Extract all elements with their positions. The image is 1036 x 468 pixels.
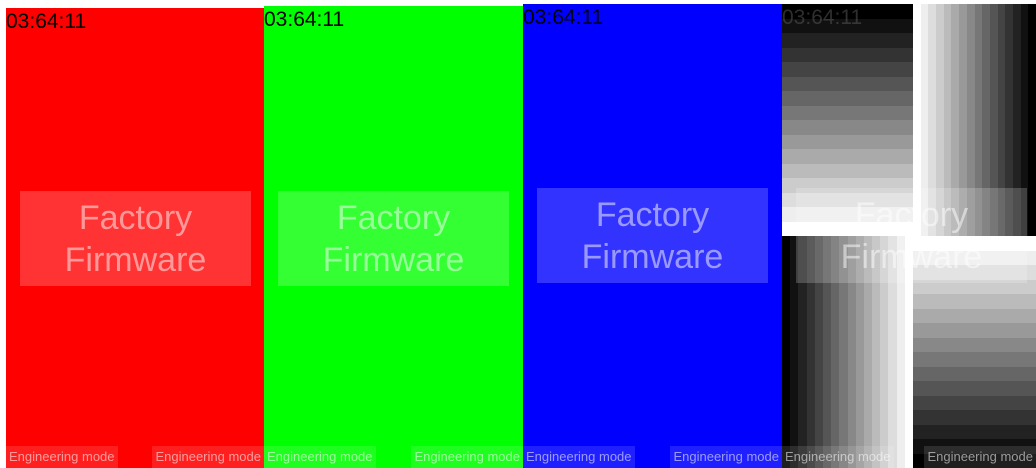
clock-readout: 03:64:11 <box>6 10 87 33</box>
clock-readout: 03:64:11 <box>264 8 345 31</box>
gray-step <box>913 424 1036 439</box>
gray-step <box>913 395 1036 410</box>
engineering-mode-label-right: Engineering mode <box>924 446 1036 468</box>
factory-firmware-watermark: Factory Firmware <box>278 191 509 286</box>
clock-readout: 03:64:11 <box>523 6 604 29</box>
watermark-line-1: Factory <box>336 199 451 237</box>
gray-step <box>782 120 913 135</box>
engineering-mode-label-right: Engineering mode <box>411 446 523 468</box>
gray-step <box>913 366 1036 381</box>
gray-step <box>782 163 913 178</box>
gray-step <box>782 76 913 91</box>
clock-readout: 03:64:11 <box>782 6 863 29</box>
gray-step <box>782 62 913 77</box>
gray-step <box>782 91 913 106</box>
engineering-mode-label-right: Engineering mode <box>670 446 782 468</box>
gray-step <box>782 105 913 120</box>
gray-step <box>782 236 791 468</box>
factory-firmware-watermark: Factory Firmware <box>20 191 251 286</box>
watermark-line-2: Firmware <box>840 238 983 276</box>
factory-firmware-watermark: Factory Firmware <box>796 188 1027 283</box>
watermark-line-1: Factory <box>595 196 710 234</box>
watermark-line-2: Firmware <box>64 241 207 279</box>
gray-step <box>782 149 913 164</box>
gray-step <box>782 33 913 48</box>
factory-firmware-watermark: Factory Firmware <box>537 188 768 283</box>
watermark-line-2: Firmware <box>581 238 724 276</box>
watermark-line-1: Factory <box>854 196 969 234</box>
watermark-line-2: Firmware <box>322 241 465 279</box>
gray-step <box>913 323 1036 338</box>
gray-step <box>913 410 1036 425</box>
gray-step <box>782 134 913 149</box>
grayscale-test-panel: 03:64:11 Factory Firmware Engineering mo… <box>782 4 1036 468</box>
engineering-mode-label-left: Engineering mode <box>782 446 894 468</box>
green-test-panel: 03:64:11 Factory Firmware Engineering mo… <box>264 6 523 468</box>
engineering-mode-label-left: Engineering mode <box>523 446 635 468</box>
gray-step <box>913 294 1036 309</box>
engineering-mode-label-left: Engineering mode <box>264 446 376 468</box>
blue-test-panel: 03:64:11 Factory Firmware Engineering mo… <box>523 4 782 468</box>
gray-step <box>913 381 1036 396</box>
watermark-line-1: Factory <box>78 199 193 237</box>
red-test-panel: 03:64:11 Factory Firmware Engineering mo… <box>6 8 264 468</box>
gray-step <box>782 47 913 62</box>
gray-step <box>913 352 1036 367</box>
engineering-mode-label-left: Engineering mode <box>6 446 118 468</box>
test-pattern-strip: 03:64:11 Factory Firmware Engineering mo… <box>0 0 1036 468</box>
gray-step <box>1028 4 1036 236</box>
engineering-mode-label-right: Engineering mode <box>152 446 264 468</box>
gray-step <box>913 308 1036 323</box>
gray-step <box>913 337 1036 352</box>
